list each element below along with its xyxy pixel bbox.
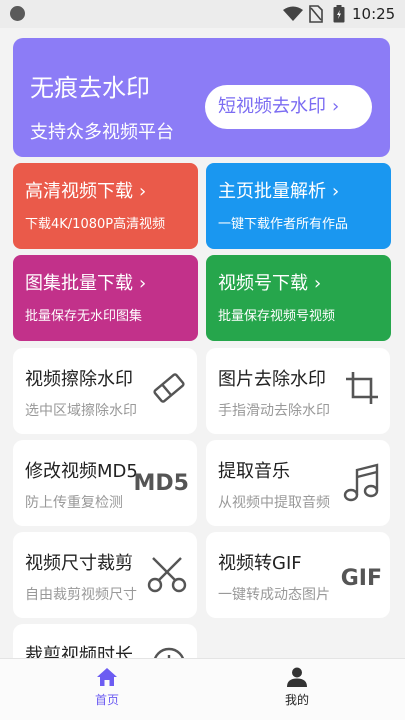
trim-video-duration-card[interactable]: 裁剪视频时长 bbox=[13, 624, 197, 658]
md5-icon: MD5 bbox=[133, 471, 189, 496]
tool-title: 视频擦除水印 bbox=[25, 369, 133, 390]
clock-text: 10:25 bbox=[352, 5, 396, 23]
eraser-icon bbox=[153, 373, 185, 403]
clock-icon bbox=[153, 647, 185, 658]
status-bar: 10:25 bbox=[0, 0, 405, 28]
main-content[interactable]: 无痕去水印 支持众多视频平台 短视频去水印 › 高清视频下载 › 下载4K/1080… bbox=[0, 28, 405, 658]
battery-icon bbox=[333, 5, 345, 23]
hero-banner: 无痕去水印 支持众多视频平台 短视频去水印 › bbox=[13, 38, 390, 157]
image-remove-watermark-card[interactable]: 图片去除水印 手指滑动去除水印 bbox=[206, 348, 390, 434]
extract-music-card[interactable]: 提取音乐 从视频中提取音频 bbox=[206, 440, 390, 526]
nav-home-tab[interactable]: 首页 bbox=[77, 667, 137, 708]
tool-title: 视频转GIF bbox=[218, 553, 302, 574]
no-sim-icon bbox=[309, 5, 323, 23]
chevron-right-icon: › bbox=[314, 273, 322, 294]
user-icon bbox=[287, 667, 307, 687]
nav-profile-tab[interactable]: 我的 bbox=[267, 667, 327, 708]
card-subtitle: 批量保存视频号视频 bbox=[218, 309, 336, 324]
chevron-right-icon: › bbox=[332, 96, 340, 117]
profile-batch-parse-card[interactable]: 主页批量解析 › 一键下载作者所有作品 bbox=[206, 163, 391, 249]
hero-subtitle: 支持众多视频平台 bbox=[30, 122, 174, 143]
gif-icon: GIF bbox=[340, 566, 382, 591]
tool-subtitle: 选中区域擦除水印 bbox=[25, 403, 137, 419]
tool-title: 提取音乐 bbox=[218, 461, 290, 482]
card-subtitle: 下载4K/1080P高清视频 bbox=[25, 217, 166, 232]
card-subtitle: 一键下载作者所有作品 bbox=[218, 217, 349, 232]
short-video-watermark-button[interactable]: 短视频去水印 › bbox=[205, 85, 372, 129]
tool-title: 图片去除水印 bbox=[218, 369, 326, 390]
video-size-crop-card[interactable]: 视频尺寸裁剪 自由裁剪视频尺寸 bbox=[13, 532, 197, 618]
home-icon bbox=[97, 668, 117, 686]
card-title: 高清视频下载 bbox=[25, 181, 133, 202]
tool-subtitle: 防上传重复检测 bbox=[25, 495, 123, 511]
card-title: 主页批量解析 bbox=[218, 181, 326, 202]
tool-subtitle: 一键转成动态图片 bbox=[218, 587, 330, 603]
video-erase-watermark-card[interactable]: 视频擦除水印 选中区域擦除水印 bbox=[13, 348, 197, 434]
video-to-gif-card[interactable]: 视频转GIF 一键转成动态图片 GIF bbox=[206, 532, 390, 618]
channels-download-card[interactable]: 视频号下载 › 批量保存视频号视频 bbox=[206, 255, 391, 341]
tool-subtitle: 自由裁剪视频尺寸 bbox=[25, 587, 137, 603]
wifi-icon bbox=[283, 6, 303, 21]
tool-title: 视频尺寸裁剪 bbox=[25, 553, 133, 574]
tool-subtitle: 从视频中提取音频 bbox=[218, 495, 330, 511]
bottom-navigation: 首页 我的 bbox=[0, 658, 405, 720]
hero-title: 无痕去水印 bbox=[30, 74, 150, 102]
tool-title: 修改视频MD5 bbox=[25, 461, 138, 482]
tool-title: 裁剪视频时长 bbox=[25, 645, 133, 658]
modify-video-md5-card[interactable]: 修改视频MD5 防上传重复检测 MD5 bbox=[13, 440, 197, 526]
card-subtitle: 批量保存无水印图集 bbox=[25, 309, 143, 324]
crop-icon bbox=[346, 372, 378, 404]
tool-subtitle: 手指滑动去除水印 bbox=[218, 403, 330, 419]
hd-video-download-card[interactable]: 高清视频下载 › 下载4K/1080P高清视频 bbox=[13, 163, 198, 249]
chevron-right-icon: › bbox=[332, 181, 340, 202]
hero-button-label: 短视频去水印 bbox=[218, 96, 326, 117]
nav-home-label: 首页 bbox=[94, 693, 119, 707]
card-title: 图集批量下载 bbox=[25, 273, 133, 294]
gallery-batch-download-card[interactable]: 图集批量下载 › 批量保存无水印图集 bbox=[13, 255, 198, 341]
music-note-icon bbox=[343, 463, 379, 502]
chevron-right-icon: › bbox=[139, 273, 147, 294]
notification-dot-icon bbox=[10, 6, 25, 21]
chevron-right-icon: › bbox=[139, 181, 147, 202]
card-title: 视频号下载 bbox=[218, 273, 308, 294]
nav-profile-label: 我的 bbox=[284, 693, 309, 707]
scissors-icon bbox=[147, 557, 187, 593]
